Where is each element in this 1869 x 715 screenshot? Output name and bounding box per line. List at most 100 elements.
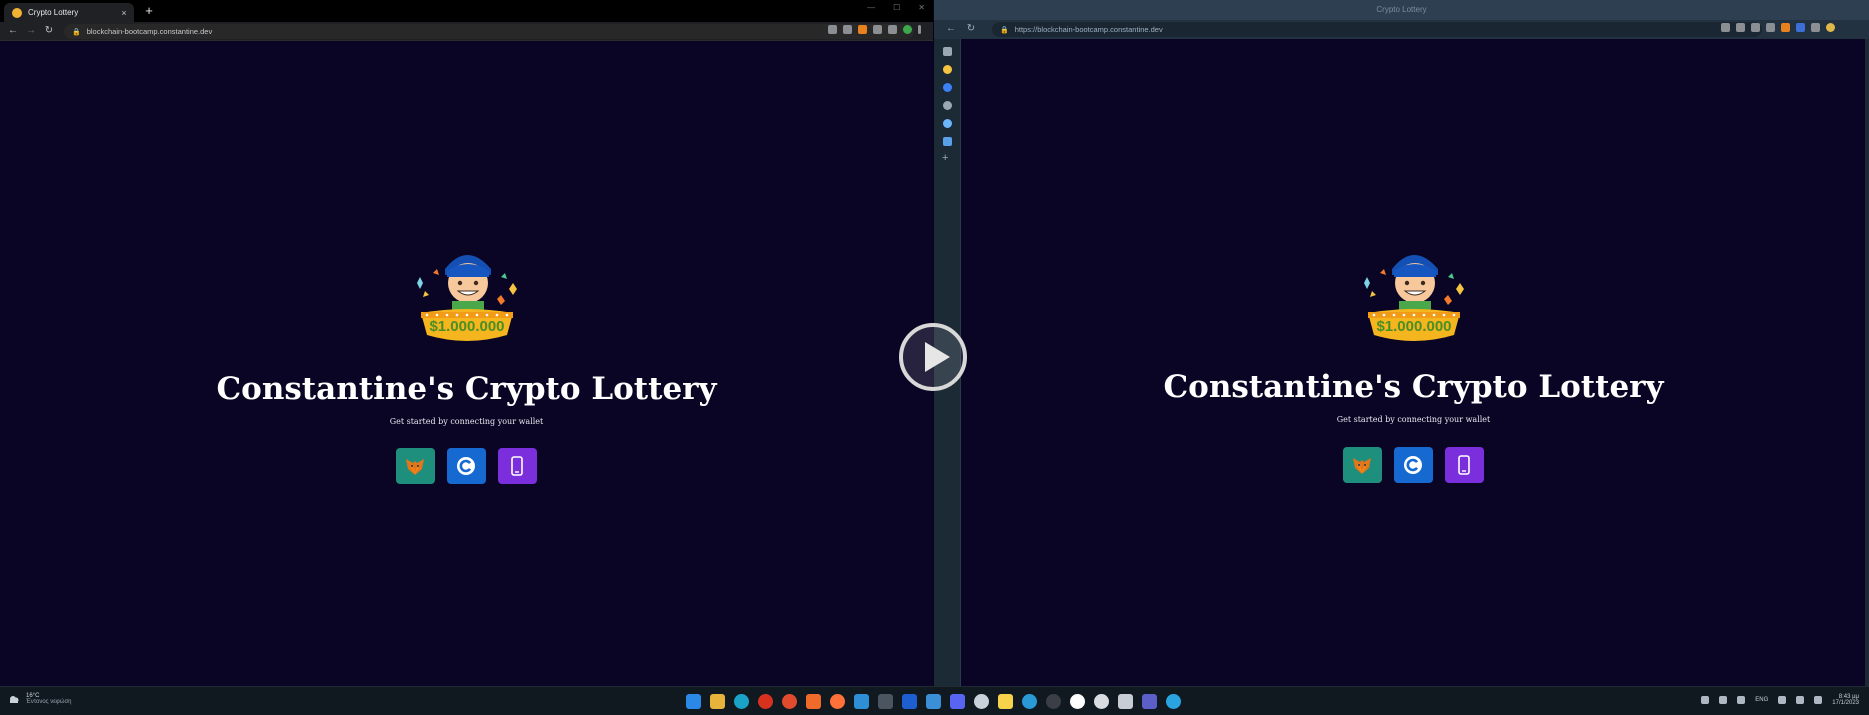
chrome-window: Crypto Lottery × + — ☐ ✕ ← → ↻ 🔒 blockch… — [0, 0, 933, 686]
store-app-icon[interactable] — [926, 694, 941, 709]
discord-app-icon[interactable] — [950, 694, 965, 709]
edge-app-icon[interactable] — [734, 694, 749, 709]
cloud-icon — [10, 696, 19, 703]
menu-kebab-icon[interactable] — [918, 25, 921, 34]
start-windows-icon[interactable] — [686, 694, 701, 709]
metamask-fox-icon — [406, 459, 424, 475]
notes-app-icon[interactable] — [998, 694, 1013, 709]
maximize-button[interactable]: ☐ — [893, 3, 900, 12]
office-sidebar-icon[interactable] — [943, 137, 952, 146]
lottery-page-edge: $1.000.000 Constantine's Crypto Lottery … — [962, 39, 1865, 686]
back-arrow-icon[interactable]: ← — [6, 24, 20, 38]
new-tab-button[interactable]: + — [142, 4, 156, 18]
tracking-prevention-icon[interactable] — [1736, 23, 1745, 32]
wallet-buttons — [395, 448, 538, 484]
discover-sidebar-icon[interactable] — [943, 101, 952, 110]
metamask-extension-icon[interactable] — [858, 25, 867, 34]
obs-app-icon[interactable] — [1046, 694, 1061, 709]
forward-arrow-icon[interactable]: → — [24, 24, 38, 38]
battery-icon[interactable] — [1814, 696, 1823, 704]
input-language[interactable]: ENG — [1755, 697, 1768, 703]
walletconnect-mobile-button[interactable] — [1444, 447, 1484, 483]
profile-avatar-icon[interactable] — [903, 25, 912, 34]
reload-icon[interactable]: ↻ — [42, 24, 56, 38]
add-sidebar-app-icon[interactable]: + — [942, 152, 948, 164]
page-subtitle: Get started by connecting your wallet — [389, 417, 544, 426]
address-bar[interactable]: 🔒 blockchain-bootcamp.constantine.dev — [64, 24, 914, 39]
page-title: Constantine's Crypto Lottery — [1163, 369, 1664, 405]
lock-icon: 🔒 — [1000, 26, 1009, 34]
network-icon[interactable] — [1778, 696, 1787, 704]
video-play-icon[interactable] — [898, 322, 968, 392]
favorites-star-icon[interactable] — [1766, 23, 1775, 32]
walletconnect-mobile-button[interactable] — [497, 448, 537, 484]
teams-app-icon[interactable] — [1142, 694, 1157, 709]
chevron-up-icon[interactable] — [1701, 696, 1710, 704]
bookmark-star-icon[interactable] — [843, 25, 852, 34]
microphone-icon[interactable] — [1737, 696, 1746, 704]
edge-scrollbar[interactable] — [1865, 39, 1869, 686]
security-shield-icon[interactable] — [902, 694, 917, 709]
lock-icon: 🔒 — [72, 28, 81, 36]
file-explorer-icon[interactable] — [710, 694, 725, 709]
address-bar-url[interactable]: https://blockchain-bootcamp.constantine.… — [1015, 25, 1163, 34]
tab-actions-icon[interactable] — [943, 47, 952, 56]
speaker-icon[interactable] — [1719, 696, 1728, 704]
wallet-buttons — [1342, 447, 1485, 483]
edge-window: Crypto Lottery ← ↻ 🔒 https://blockchain-… — [934, 0, 1869, 686]
metamask-button[interactable] — [395, 448, 435, 484]
settings-gear-icon[interactable] — [974, 694, 989, 709]
address-bar[interactable]: 🔒 https://blockchain-bootcamp.constantin… — [992, 22, 1762, 37]
side-panel-icon[interactable] — [888, 25, 897, 34]
brave-app-icon[interactable] — [806, 694, 821, 709]
metamask-button[interactable] — [1342, 447, 1382, 483]
coinbase-icon — [1404, 456, 1422, 474]
back-arrow-icon[interactable]: ← — [944, 22, 958, 36]
lottery-hero-illustration: $1.000.000 — [1344, 239, 1484, 359]
share-icon[interactable] — [828, 25, 837, 34]
winner-illustration-icon: $1.000.000 — [416, 255, 517, 341]
lottery-page-chrome: $1.000.000 Constantine's Crypto Lottery … — [0, 41, 933, 686]
search-sidebar-icon[interactable] — [943, 83, 952, 92]
volume-icon[interactable] — [1796, 696, 1805, 704]
tools-sidebar-icon[interactable] — [943, 119, 952, 128]
vscode-app-icon[interactable] — [854, 694, 869, 709]
coinbase-button[interactable] — [1393, 447, 1433, 483]
profile-avatar-icon[interactable] — [1826, 23, 1835, 32]
lottery-favicon-icon — [12, 7, 22, 18]
extensions-icon[interactable] — [1811, 23, 1820, 32]
chrome-tab-crypto-lottery[interactable]: Crypto Lottery × — [4, 3, 134, 22]
chrome-app-icon[interactable] — [782, 694, 797, 709]
weather-app-icon[interactable] — [1022, 694, 1037, 709]
lottery-sidebar-icon[interactable] — [943, 65, 952, 74]
close-window-button[interactable]: ✕ — [918, 3, 925, 12]
terminal-app-icon[interactable] — [878, 694, 893, 709]
coinbase-button[interactable] — [446, 448, 486, 484]
github-app-icon[interactable] — [1094, 694, 1109, 709]
clock[interactable]: 8:43 μμ 17/1/2023 — [1832, 694, 1859, 706]
minimize-button[interactable]: — — [867, 3, 875, 12]
weather-widget[interactable]: 16°C Έντονος νεφώση — [8, 693, 72, 705]
desktop-screen: Crypto Lottery × + — ☐ ✕ ← → ↻ 🔒 blockch… — [0, 0, 1869, 715]
extensions-puzzle-icon[interactable] — [873, 25, 882, 34]
firefox-app-icon[interactable] — [830, 694, 845, 709]
winner-illustration-icon: $1.000.000 — [1363, 255, 1464, 341]
media-app-icon[interactable] — [1070, 694, 1085, 709]
opera-app-icon[interactable] — [758, 694, 773, 709]
prize-amount-text: $1.000.000 — [1376, 318, 1451, 335]
page-subtitle: Get started by connecting your wallet — [1336, 415, 1491, 424]
edge-toolbar: ← ↻ 🔒 https://blockchain-bootcamp.consta… — [934, 20, 1869, 39]
tab-close-icon[interactable]: × — [118, 8, 130, 18]
address-bar-url[interactable]: blockchain-bootcamp.constantine.dev — [87, 27, 213, 36]
read-aloud-icon[interactable] — [1751, 23, 1760, 32]
windows-taskbar: 16°C Έντονος νεφώση ENG 8:43 μμ 17/1/202… — [0, 686, 1869, 715]
app-available-icon[interactable] — [1721, 23, 1730, 32]
weather-condition: Έντονος νεφώση — [26, 699, 72, 705]
metamask-extension-icon[interactable] — [1781, 23, 1790, 32]
chrome-extension-icons — [828, 25, 921, 34]
telegram-app-icon[interactable] — [1166, 694, 1181, 709]
edge-toolbar-icons — [1721, 23, 1835, 32]
reload-icon[interactable]: ↻ — [964, 22, 978, 36]
mail-app-icon[interactable] — [1118, 694, 1133, 709]
collections-icon[interactable] — [1796, 23, 1805, 32]
